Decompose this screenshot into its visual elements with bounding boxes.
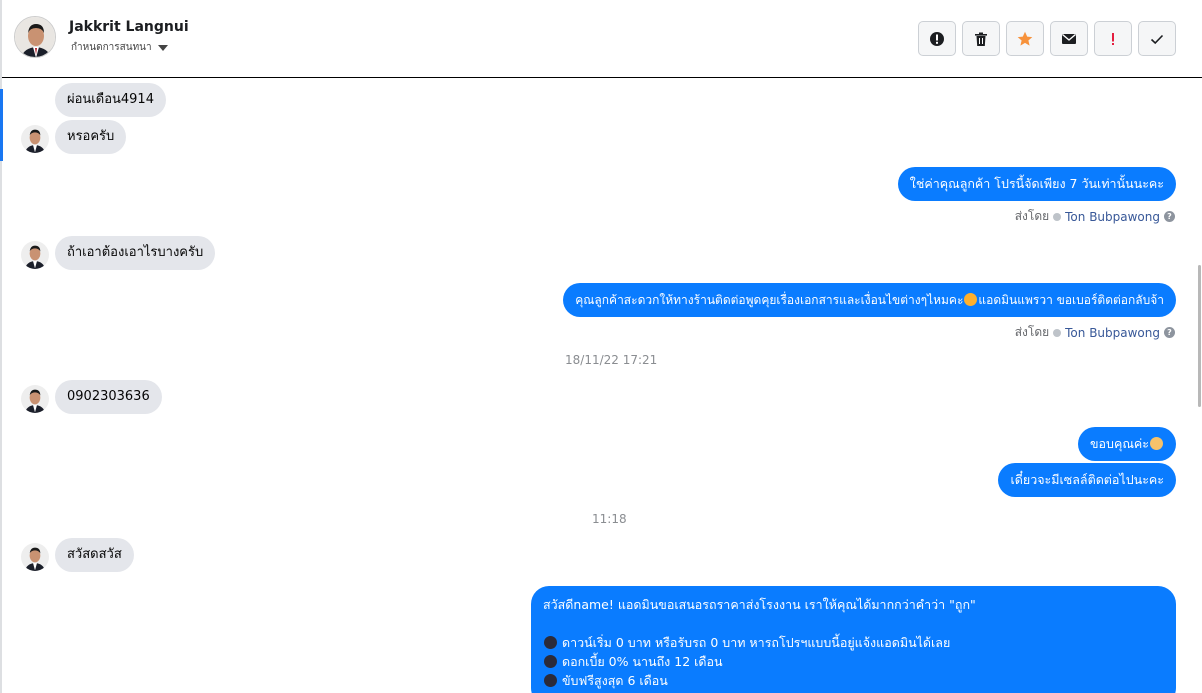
scrollbar[interactable]: [1198, 265, 1201, 407]
car-emoji-icon: [544, 674, 557, 687]
message-line-item: ขับฟรีสูงสุด 6 เดือน: [543, 671, 1164, 690]
chat-window: Jakkrit Langnui กำหนดการสนทนา ผ่อนเดือน4…: [0, 0, 1202, 693]
conversation-options-label: กำหนดการสนทนา: [71, 42, 152, 53]
incoming-message[interactable]: ถ้าเอาต้องเอาไรบางครับ: [55, 236, 216, 270]
outgoing-message[interactable]: ขอบคุณค่ะ: [1077, 427, 1176, 461]
mark-done-button[interactable]: [1138, 21, 1176, 56]
outgoing-message[interactable]: เดี๋ยวจะมีเซลล์ติดต่อไปนะคะ: [998, 463, 1176, 497]
outgoing-message[interactable]: ใช่ค่าคุณลูกค้า โปรนี้จัดเพียง 7 วันเท่า…: [897, 167, 1176, 201]
trash-icon: [975, 32, 987, 46]
car-emoji-icon: [544, 655, 557, 668]
star-icon: [1017, 31, 1033, 46]
conversation-header: Jakkrit Langnui กำหนดการสนทนา: [2, 0, 1202, 78]
header-actions: [918, 21, 1176, 56]
sent-by-label: ส่งโดย: [1014, 209, 1050, 223]
incoming-message[interactable]: 0902303636: [55, 380, 162, 414]
mark-unread-button[interactable]: [1050, 21, 1088, 56]
sent-by-info: ส่งโดย Ton Bubpawong ?: [1015, 323, 1175, 342]
sender-avatar: [21, 543, 49, 571]
sender-avatar: [21, 125, 49, 153]
message-line-item: ดาวน์เริ่ม 0 บาท หรือรับรถ 0 บาท หารถโปร…: [543, 633, 1164, 652]
avatar[interactable]: [14, 16, 56, 58]
follow-up-button[interactable]: [1094, 21, 1132, 56]
agent-name[interactable]: Ton Bubpawong: [1065, 210, 1160, 224]
message-line-item: ดอกเบี้ย 0% นานถึง 12 เดือน: [543, 652, 1164, 671]
incoming-message[interactable]: สวัสดสวัส: [55, 538, 134, 572]
timestamp: 18/11/22 17:21: [565, 353, 658, 367]
message-text: ขอบคุณค่ะ: [1089, 436, 1149, 451]
help-icon[interactable]: ?: [1164, 327, 1175, 338]
message-text: ดาวน์เริ่ม 0 บาท หรือรับรถ 0 บาท หารถโปร…: [561, 635, 951, 650]
agent-avatar-icon: [1053, 328, 1062, 337]
message-text: คุณลูกค้าสะดวกให้ทางร้านติดต่อพูดคุยเรื่…: [575, 293, 964, 307]
outgoing-message-long[interactable]: สวัสดีname! แอดมินขอเสนอรถราคาส่งโรงงาน …: [531, 586, 1176, 693]
star-button[interactable]: [1006, 21, 1044, 56]
agent-avatar-icon: [1053, 212, 1062, 221]
help-icon[interactable]: ?: [1164, 211, 1175, 222]
message-line: สวัสดีname! แอดมินขอเสนอรถราคาส่งโรงงาน …: [543, 597, 976, 612]
pray-emoji-icon: [1150, 437, 1163, 450]
agent-name[interactable]: Ton Bubpawong: [1065, 326, 1160, 340]
car-emoji-icon: [544, 636, 557, 649]
spam-button[interactable]: [918, 21, 956, 56]
message-text: ขับฟรีสูงสุด 6 เดือน: [561, 673, 668, 688]
message-text: ดอกเบี้ย 0% นานถึง 12 เดือน: [561, 654, 723, 669]
active-indicator: [0, 89, 3, 161]
incoming-message[interactable]: ผ่อนเดือน4914: [55, 83, 166, 117]
message-text: แอดมินแพรวา ขอเบอร์ติดต่อกลับจ้า: [978, 293, 1164, 307]
envelope-icon: [1062, 33, 1076, 44]
exclamation-icon: [1112, 32, 1114, 45]
contact-name: Jakkrit Langnui: [69, 19, 189, 35]
alert-circle-icon: [930, 31, 944, 46]
heart-eyes-emoji-icon: [964, 293, 978, 306]
sent-by-label: ส่งโดย: [1014, 325, 1050, 339]
incoming-message[interactable]: หรอครับ: [55, 120, 127, 154]
sender-avatar: [21, 385, 49, 413]
sent-by-info: ส่งโดย Ton Bubpawong ?: [1015, 207, 1175, 226]
timestamp: 11:18: [592, 512, 627, 526]
chevron-down-icon: [157, 44, 168, 51]
sender-avatar: [21, 241, 49, 269]
check-icon: [1150, 34, 1164, 44]
outgoing-message[interactable]: คุณลูกค้าสะดวกให้ทางร้านติดต่อพูดคุยเรื่…: [563, 283, 1176, 317]
delete-button[interactable]: [962, 21, 1000, 56]
conversation-options[interactable]: กำหนดการสนทนา: [71, 40, 168, 55]
